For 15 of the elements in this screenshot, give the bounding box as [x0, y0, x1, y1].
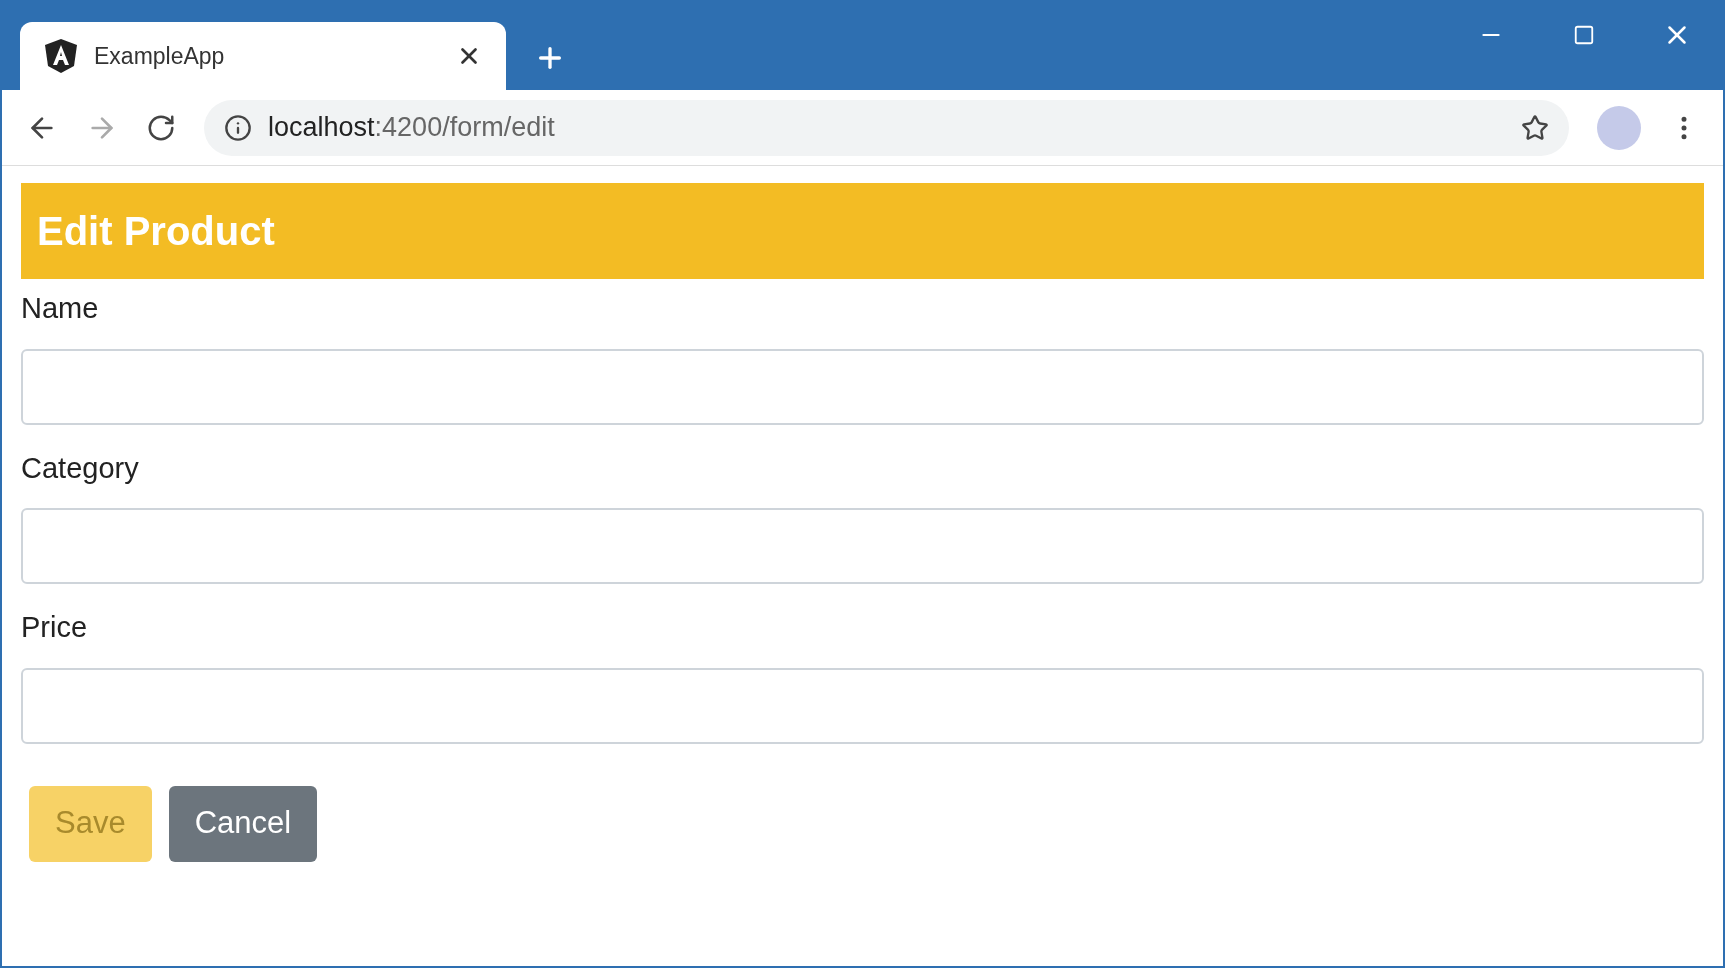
cancel-button[interactable]: Cancel — [168, 785, 318, 862]
text-field[interactable] — [21, 667, 1704, 744]
address-bar[interactable]: localhost:4200/form/edit — [204, 99, 1569, 156]
shield-logo-icon — [44, 38, 78, 74]
browser-tab[interactable]: ExampleApp — [20, 22, 506, 90]
url-text: localhost:4200/form/edit — [268, 111, 556, 145]
field-label: Category — [21, 450, 140, 486]
page-title: Edit Product — [37, 208, 275, 255]
tab-title: ExampleApp — [94, 41, 226, 71]
field-label: Price — [21, 610, 89, 645]
star-icon[interactable] — [1521, 113, 1549, 142]
text-field[interactable] — [21, 508, 1704, 584]
text-field[interactable] — [21, 348, 1704, 425]
field-label: Name — [21, 291, 100, 326]
info-icon — [224, 113, 252, 142]
